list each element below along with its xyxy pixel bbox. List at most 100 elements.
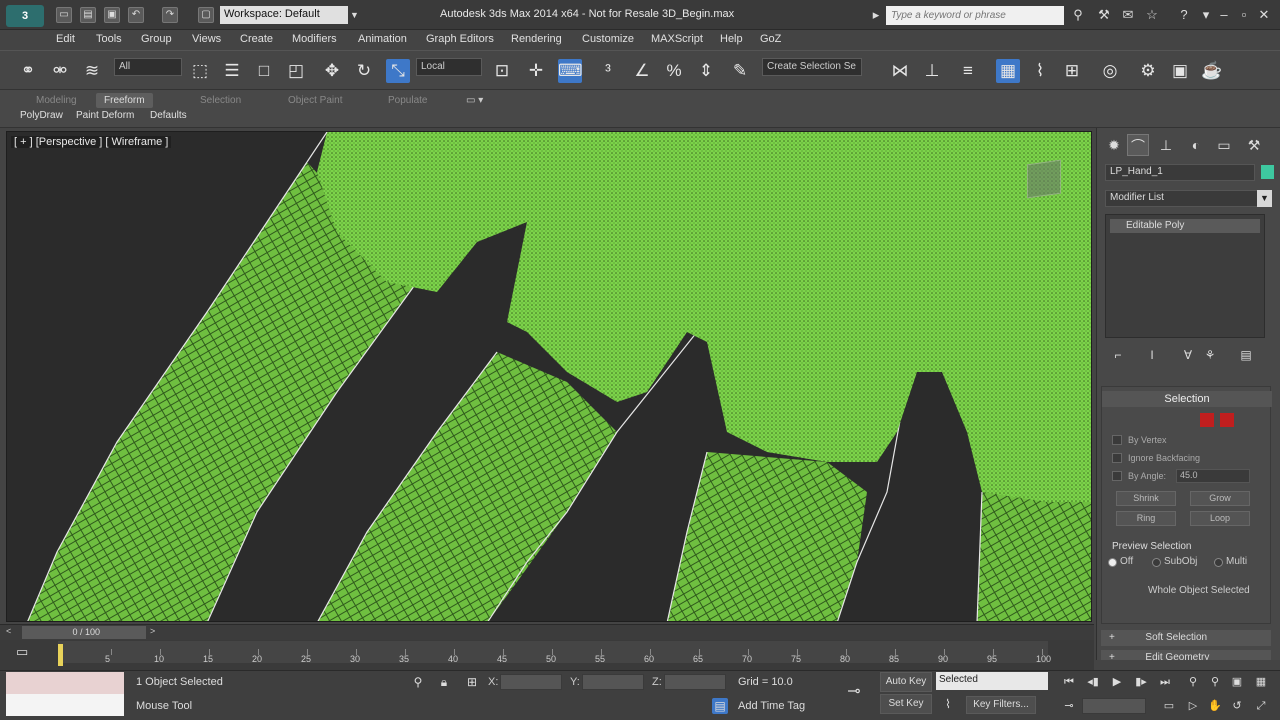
- shrink-button[interactable]: Shrink: [1116, 491, 1176, 506]
- soft-selection-rollout[interactable]: + Soft Selection: [1101, 630, 1271, 646]
- menu-views[interactable]: Views: [192, 33, 221, 45]
- render-setup-icon[interactable]: ⚙: [1136, 59, 1160, 83]
- current-frame-input[interactable]: [1082, 698, 1146, 714]
- time-slider-thumb[interactable]: 0 / 100: [22, 626, 146, 639]
- set-key-button[interactable]: Set Key: [880, 694, 932, 714]
- selection-filter-dropdown[interactable]: All: [114, 58, 182, 76]
- favorites-star-icon[interactable]: ☆: [1144, 7, 1160, 23]
- select-and-manipulate-icon[interactable]: ✛: [524, 59, 548, 83]
- selection-lock-icon[interactable]: 🔒︎: [436, 674, 452, 690]
- ribbon-tab-selection[interactable]: Selection: [192, 93, 249, 108]
- mirror-icon[interactable]: ⋈: [888, 59, 912, 83]
- menu-tools[interactable]: Tools: [96, 33, 122, 45]
- edit-named-selection-icon[interactable]: ✎: [728, 59, 752, 83]
- loop-button[interactable]: Loop: [1190, 511, 1250, 526]
- material-editor-icon[interactable]: ◎: [1098, 59, 1122, 83]
- ignore-backfacing-checkbox[interactable]: [1112, 453, 1122, 463]
- select-and-scale-icon[interactable]: ⤡: [386, 59, 410, 83]
- go-to-start-icon[interactable]: ⏮: [1060, 674, 1078, 690]
- element-subobject-icon[interactable]: [1220, 413, 1234, 427]
- preview-multi-radio[interactable]: [1214, 558, 1223, 567]
- ribbon-tab-object-paint[interactable]: Object Paint: [280, 93, 350, 108]
- zoom-icon[interactable]: ⚲: [1184, 674, 1202, 690]
- menu-rendering[interactable]: Rendering: [511, 33, 562, 45]
- percent-snap-icon[interactable]: %: [662, 59, 686, 83]
- mini-curve-editor-icon[interactable]: ▭: [16, 644, 34, 662]
- edit-geometry-rollout[interactable]: + Edit Geometry: [1101, 650, 1271, 660]
- viewcube[interactable]: [1027, 159, 1061, 199]
- time-slider-next-icon[interactable]: >: [150, 626, 155, 636]
- ribbon-panel-paint-deform[interactable]: Paint Deform: [76, 110, 134, 121]
- menu-edit[interactable]: Edit: [56, 33, 75, 45]
- search-expand-icon[interactable]: ▸: [868, 7, 884, 23]
- minimize-icon[interactable]: –: [1216, 7, 1232, 23]
- modify-tab-icon[interactable]: ⌒: [1127, 134, 1149, 156]
- configure-modifier-sets-icon[interactable]: ▤: [1237, 346, 1255, 364]
- window-crossing-icon[interactable]: ◰: [284, 59, 308, 83]
- time-slider-prev-icon[interactable]: <: [6, 626, 11, 636]
- go-to-end-icon[interactable]: ⏭: [1156, 674, 1174, 690]
- grow-button[interactable]: Grow: [1190, 491, 1250, 506]
- default-tangents-icon[interactable]: ⌇: [940, 696, 956, 712]
- absolute-mode-transform-icon[interactable]: ⊞: [464, 674, 480, 690]
- ribbon-options-icon[interactable]: ▭ ▾: [458, 93, 491, 108]
- object-name-field[interactable]: LP_Hand_1: [1105, 164, 1255, 181]
- menu-goz[interactable]: GoZ: [760, 33, 781, 45]
- time-tag-icon[interactable]: ▤: [712, 698, 728, 714]
- graphite-modeling-tools-icon[interactable]: ▦: [996, 59, 1020, 83]
- menu-modifiers[interactable]: Modifiers: [292, 33, 337, 45]
- display-tab-icon[interactable]: ▭: [1213, 134, 1235, 156]
- communication-center-icon[interactable]: ✉: [1120, 7, 1136, 23]
- angle-spinner[interactable]: 45.0: [1176, 469, 1250, 483]
- open-file-icon[interactable]: ▤: [80, 7, 96, 23]
- maxscript-listener-input[interactable]: [6, 672, 124, 694]
- help-icon[interactable]: ?: [1176, 7, 1192, 23]
- ribbon-panel-polydraw[interactable]: PolyDraw: [20, 110, 63, 121]
- app-menu-button[interactable]: 3: [6, 5, 44, 27]
- align-icon[interactable]: ⊥: [920, 59, 944, 83]
- zoom-extents-icon[interactable]: ▣: [1228, 674, 1246, 690]
- orbit-icon[interactable]: ↺: [1228, 698, 1246, 714]
- layer-manager-icon[interactable]: ≡: [956, 59, 980, 83]
- previous-frame-icon[interactable]: ◂▮: [1084, 674, 1102, 690]
- utilities-tab-icon[interactable]: ⚒: [1243, 134, 1265, 156]
- modifier-list-arrow-icon[interactable]: ▼: [1257, 190, 1272, 207]
- reference-coordinate-dropdown[interactable]: Local: [416, 58, 482, 76]
- z-coordinate-field[interactable]: [664, 674, 726, 690]
- maximize-viewport-icon[interactable]: ⤢: [1252, 698, 1270, 714]
- perspective-viewport[interactable]: [ + ] [Perspective ] [ Wireframe ]: [6, 131, 1092, 622]
- time-configuration-icon[interactable]: ▭: [1160, 698, 1178, 714]
- project-folder-icon[interactable]: ▢: [198, 7, 214, 23]
- angle-snap-icon[interactable]: ∠: [630, 59, 654, 83]
- show-end-result-icon[interactable]: I: [1143, 346, 1161, 364]
- y-coordinate-field[interactable]: [582, 674, 644, 690]
- ribbon-panel-defaults[interactable]: Defaults: [150, 110, 187, 121]
- menu-animation[interactable]: Animation: [358, 33, 407, 45]
- object-color-swatch[interactable]: [1261, 165, 1274, 179]
- workspace-dropdown[interactable]: Workspace: Default: [220, 6, 348, 24]
- add-time-tag-button[interactable]: Add Time Tag: [738, 700, 805, 712]
- named-selection-sets-dropdown[interactable]: Create Selection Se: [762, 58, 862, 76]
- bind-space-warp-icon[interactable]: ≋: [80, 59, 104, 83]
- modifier-list-dropdown[interactable]: Modifier List: [1105, 190, 1265, 207]
- zoom-all-icon[interactable]: ⚲: [1206, 674, 1224, 690]
- create-tab-icon[interactable]: ✹: [1103, 134, 1125, 156]
- ribbon-tab-modeling[interactable]: Modeling: [28, 93, 85, 108]
- select-by-name-icon[interactable]: ☰: [220, 59, 244, 83]
- by-angle-checkbox[interactable]: [1112, 471, 1122, 481]
- key-mode-toggle-icon[interactable]: ⊸: [1060, 698, 1078, 714]
- help-search-input[interactable]: [886, 6, 1064, 25]
- schematic-view-icon[interactable]: ⊞: [1060, 59, 1084, 83]
- ribbon-tab-freeform[interactable]: Freeform: [96, 93, 153, 108]
- play-icon[interactable]: ▶: [1108, 674, 1126, 690]
- select-and-rotate-icon[interactable]: ↻: [352, 59, 376, 83]
- x-coordinate-field[interactable]: [500, 674, 562, 690]
- menu-graph-editors[interactable]: Graph Editors: [426, 33, 494, 45]
- curve-editor-icon[interactable]: ⌇: [1028, 59, 1052, 83]
- help-dropdown-icon[interactable]: ▾: [1198, 7, 1214, 23]
- snaps-toggle-icon[interactable]: ³: [596, 59, 620, 83]
- polygon-subobject-icon[interactable]: [1200, 413, 1214, 427]
- unlink-selection-icon[interactable]: ⚮: [48, 59, 72, 83]
- save-file-icon[interactable]: ▣: [104, 7, 120, 23]
- motion-tab-icon[interactable]: ◐: [1185, 134, 1207, 156]
